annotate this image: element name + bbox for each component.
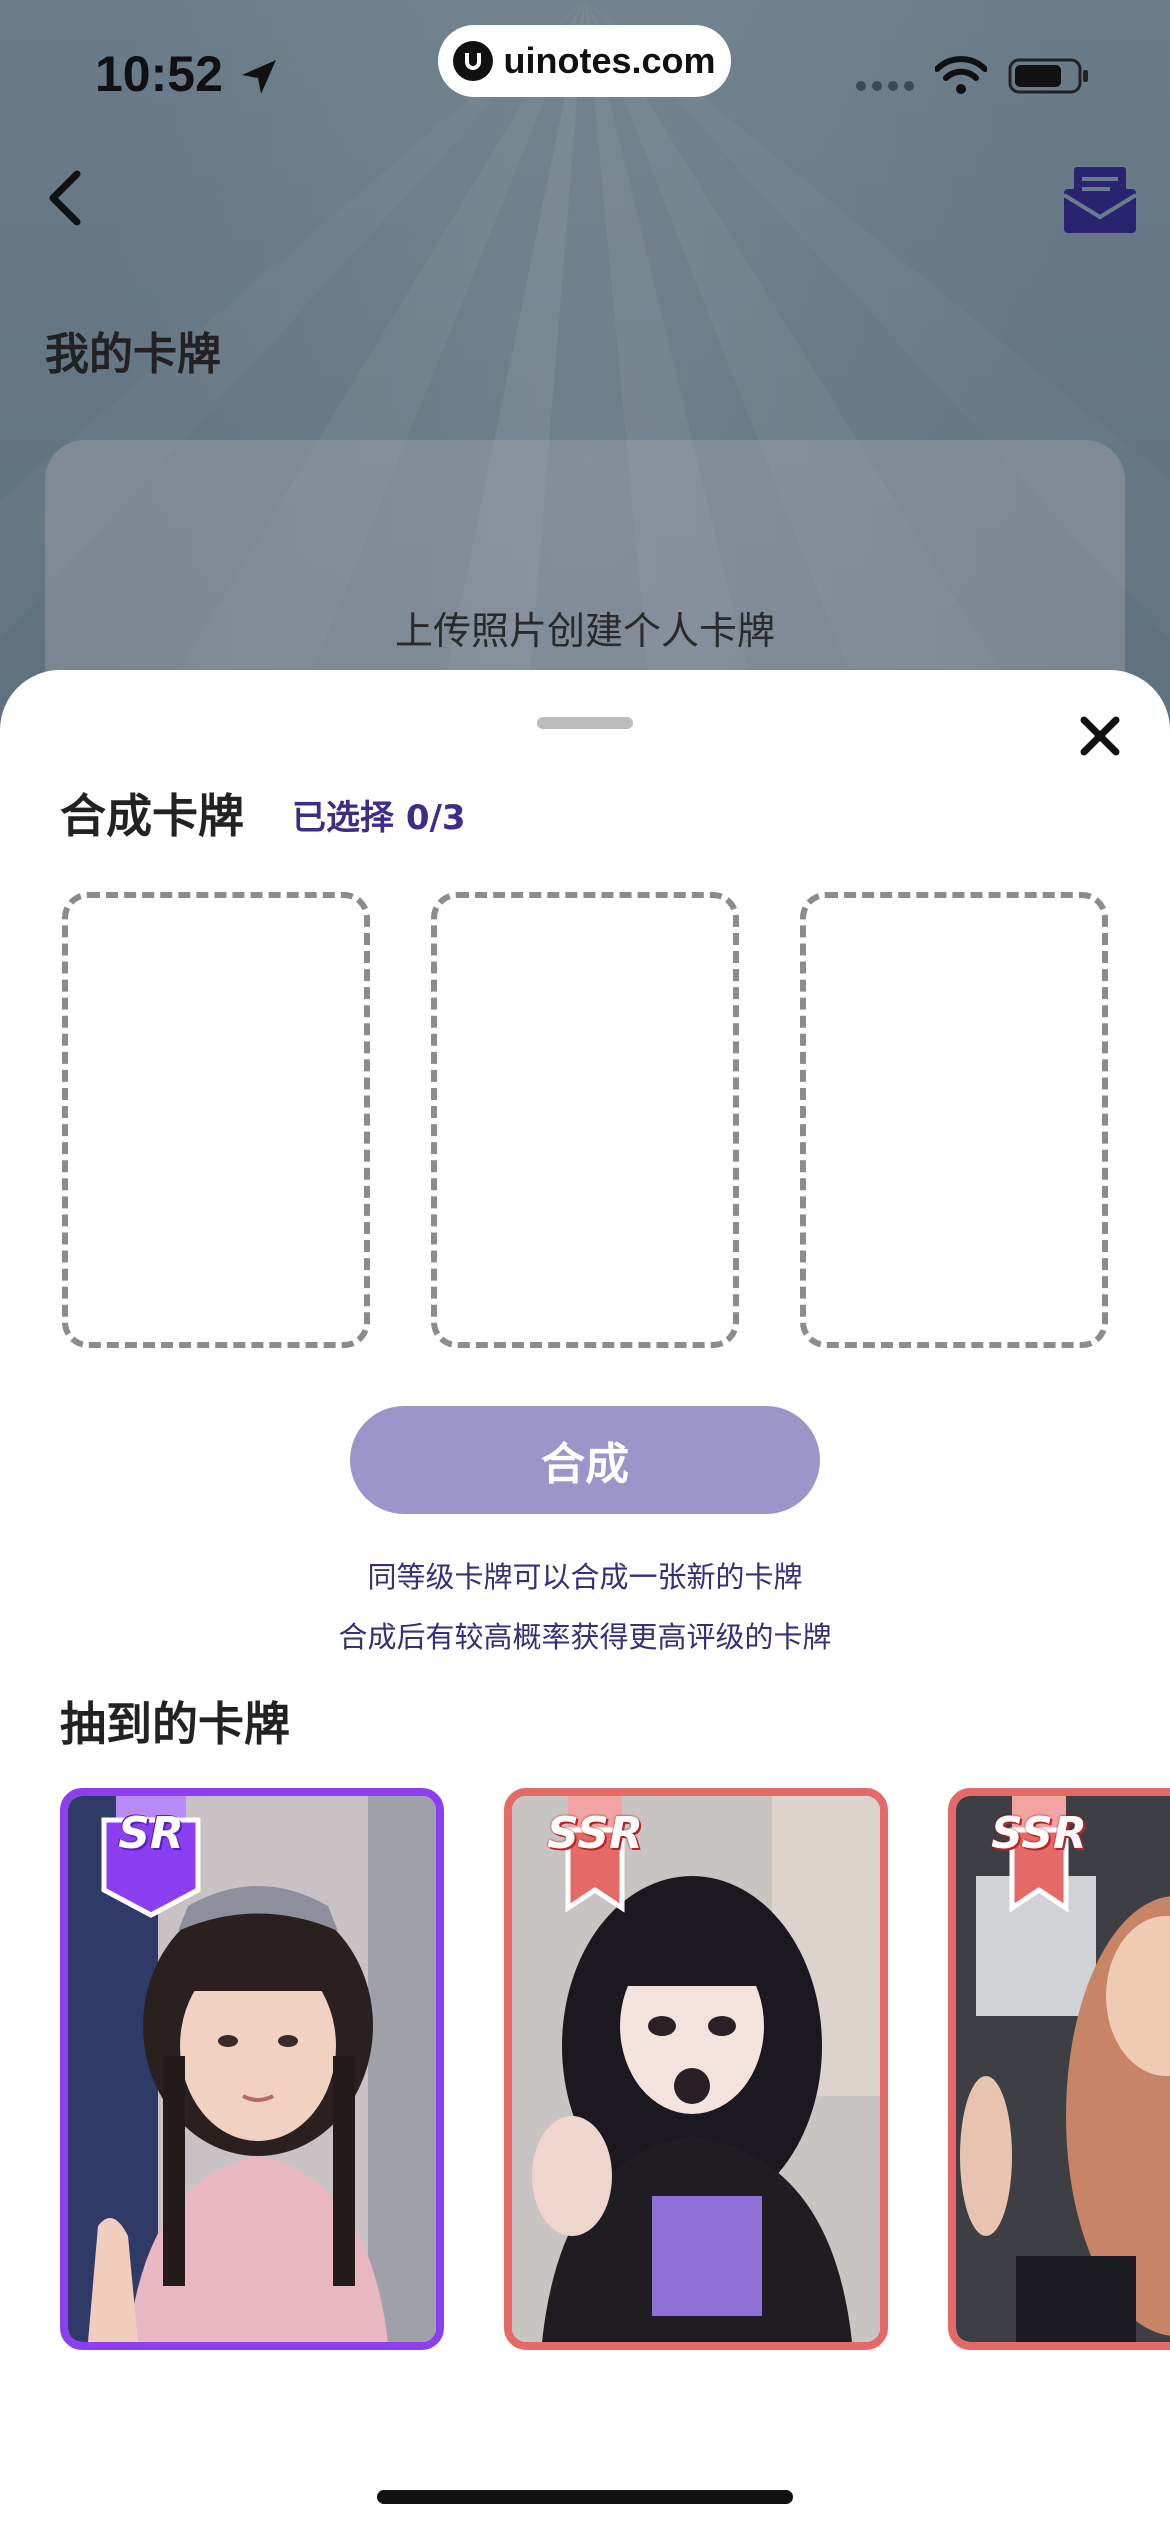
rarity-badge-1: SR xyxy=(86,1796,216,1930)
card-slot-2[interactable] xyxy=(431,892,739,1348)
uinotes-logo-icon xyxy=(453,41,494,81)
sheet-title: 合成卡牌 xyxy=(60,789,244,843)
status-bar: 10:52 uinotes.com xyxy=(0,0,1170,140)
url-pill[interactable]: uinotes.com xyxy=(438,25,731,97)
back-chevron-icon[interactable] xyxy=(45,168,85,228)
drawn-card-2[interactable]: SSR xyxy=(504,1788,888,2350)
sheet-grabber[interactable] xyxy=(537,717,633,729)
signal-icon xyxy=(856,81,914,91)
rarity-badge-2: SSR xyxy=(530,1796,660,1930)
card-slot-3[interactable] xyxy=(800,892,1108,1348)
rarity-label-3: SSR xyxy=(991,1808,1087,1859)
my-cards-title: 我的卡牌 xyxy=(45,329,221,380)
status-time: 10:52 xyxy=(95,46,223,102)
home-indicator[interactable] xyxy=(377,2490,793,2504)
merge-cards-sheet: 合成卡牌 已选择 0/3 合成 同等级卡牌可以合成一张新的卡牌 合成后有较高概率… xyxy=(0,670,1170,2532)
rarity-badge-3: SSR xyxy=(974,1796,1104,1930)
hint-line-2: 合成后有较高概率获得更高评级的卡牌 xyxy=(338,1620,832,1654)
upload-text: 上传照片创建个人卡牌 xyxy=(394,609,775,653)
wifi-icon xyxy=(935,56,987,94)
rarity-label-2: SSR xyxy=(547,1808,643,1859)
drawn-card-1[interactable]: SR xyxy=(60,1788,444,2350)
hint-line-1: 同等级卡牌可以合成一张新的卡牌 xyxy=(367,1560,803,1594)
close-icon[interactable] xyxy=(1078,714,1122,758)
url-text: uinotes.com xyxy=(503,40,716,81)
selected-count: 已选择 0/3 xyxy=(292,798,466,838)
mail-open-icon[interactable] xyxy=(1062,165,1138,235)
merge-button[interactable]: 合成 xyxy=(350,1406,820,1514)
battery-icon xyxy=(1008,58,1088,94)
rarity-label-1: SR xyxy=(118,1808,184,1859)
card-slot-1[interactable] xyxy=(62,892,370,1348)
drawn-card-3[interactable]: SSR xyxy=(948,1788,1170,2350)
location-arrow-icon xyxy=(242,60,276,94)
drawn-cards-title: 抽到的卡牌 xyxy=(60,1697,290,1751)
